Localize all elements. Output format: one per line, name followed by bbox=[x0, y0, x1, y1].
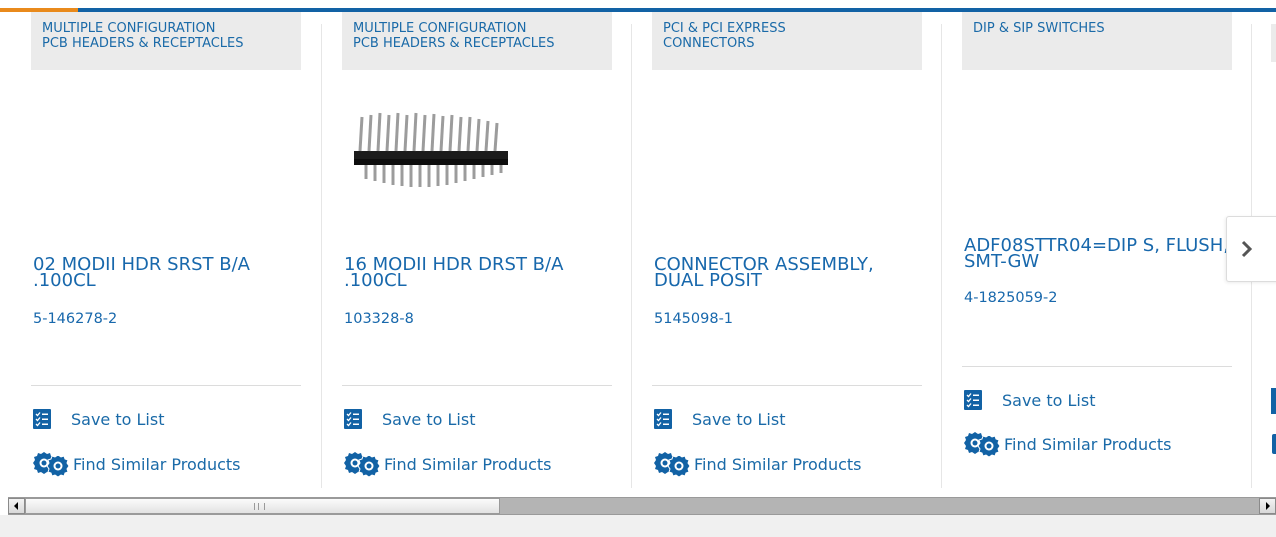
card-divider bbox=[31, 385, 301, 386]
save-to-list-button[interactable]: Save to List bbox=[31, 407, 164, 431]
page-footer-area bbox=[0, 515, 1276, 537]
find-similar-icon bbox=[654, 452, 691, 477]
scroll-right-button[interactable] bbox=[1259, 498, 1276, 514]
checklist-icon bbox=[654, 409, 672, 429]
chevron-right-icon bbox=[1241, 240, 1253, 258]
part-number[interactable]: 103328-8 bbox=[344, 311, 414, 327]
category-label[interactable]: MULTIPLE CONFIGURATION PCB HEADERS & REC… bbox=[342, 12, 612, 70]
category-label[interactable]: DIP & SIP SWITCHES bbox=[962, 12, 1232, 70]
part-number[interactable]: 4-1825059-2 bbox=[964, 290, 1058, 306]
find-similar-label: Find Similar Products bbox=[1004, 434, 1172, 454]
product-card: MULTIPLE CONFIGURATION PCB HEADERS & REC… bbox=[342, 12, 632, 488]
scrollbar-thumb[interactable] bbox=[25, 498, 500, 514]
next-card-peek bbox=[1271, 24, 1276, 62]
card-divider bbox=[652, 385, 922, 386]
pin-header-image bbox=[354, 112, 508, 187]
find-similar-button[interactable]: Find Similar Products bbox=[652, 452, 862, 477]
part-number[interactable]: 5-146278-2 bbox=[33, 311, 117, 327]
horizontal-scrollbar[interactable] bbox=[8, 497, 1276, 515]
save-to-list-button[interactable]: Save to List bbox=[342, 407, 475, 431]
scroll-left-button[interactable] bbox=[8, 498, 25, 514]
find-similar-button[interactable]: Find Similar Products bbox=[342, 452, 552, 477]
product-title[interactable]: 02 MODII HDR SRST B/A .100CL bbox=[33, 256, 303, 290]
product-title[interactable]: 16 MODII HDR DRST B/A .100CL bbox=[344, 256, 614, 290]
checklist-icon bbox=[964, 390, 982, 410]
category-label[interactable]: PCI & PCI EXPRESS CONNECTORS bbox=[652, 12, 922, 70]
product-carousel: MULTIPLE CONFIGURATION PCB HEADERS & REC… bbox=[0, 12, 1276, 495]
arrow-left-icon bbox=[14, 502, 18, 510]
product-card: DIP & SIP SWITCHES ADF08STTR04=DIP S, FL… bbox=[962, 12, 1252, 488]
product-title[interactable]: CONNECTOR ASSEMBLY, DUAL POSIT bbox=[654, 256, 924, 290]
card-divider bbox=[342, 385, 612, 386]
product-image[interactable] bbox=[342, 92, 612, 232]
grip-icon bbox=[254, 503, 265, 510]
card-divider bbox=[962, 366, 1232, 367]
save-to-list-button[interactable]: Save to List bbox=[652, 407, 785, 431]
carousel-next-button[interactable] bbox=[1226, 216, 1276, 282]
find-similar-icon bbox=[964, 432, 1001, 457]
save-label: Save to List bbox=[382, 409, 476, 429]
checklist-icon bbox=[33, 409, 51, 429]
save-label: Save to List bbox=[1002, 390, 1096, 410]
product-title[interactable]: ADF08STTR04=DIP S, FLUSH, SMT-GW bbox=[964, 237, 1234, 271]
save-to-list-button[interactable]: Save to List bbox=[962, 388, 1095, 412]
find-similar-button[interactable]: Find Similar Products bbox=[31, 452, 241, 477]
find-similar-label: Find Similar Products bbox=[384, 454, 552, 474]
find-similar-icon bbox=[33, 452, 70, 477]
category-label[interactable]: MULTIPLE CONFIGURATION PCB HEADERS & REC… bbox=[31, 12, 301, 70]
part-number[interactable]: 5145098-1 bbox=[654, 311, 733, 327]
product-card: MULTIPLE CONFIGURATION PCB HEADERS & REC… bbox=[31, 12, 321, 488]
save-label: Save to List bbox=[71, 409, 165, 429]
find-similar-label: Find Similar Products bbox=[73, 454, 241, 474]
find-similar-button[interactable]: Find Similar Products bbox=[962, 432, 1172, 457]
arrow-right-icon bbox=[1266, 502, 1270, 510]
find-similar-icon bbox=[344, 452, 381, 477]
card-separator bbox=[941, 24, 942, 488]
checklist-icon bbox=[344, 409, 362, 429]
next-card-similar-icon bbox=[1272, 434, 1276, 454]
find-similar-label: Find Similar Products bbox=[694, 454, 862, 474]
product-card: PCI & PCI EXPRESS CONNECTORS CONNECTOR A… bbox=[652, 12, 942, 488]
card-separator bbox=[631, 24, 632, 488]
card-separator bbox=[321, 24, 322, 488]
next-card-save-icon bbox=[1271, 388, 1276, 414]
save-label: Save to List bbox=[692, 409, 786, 429]
